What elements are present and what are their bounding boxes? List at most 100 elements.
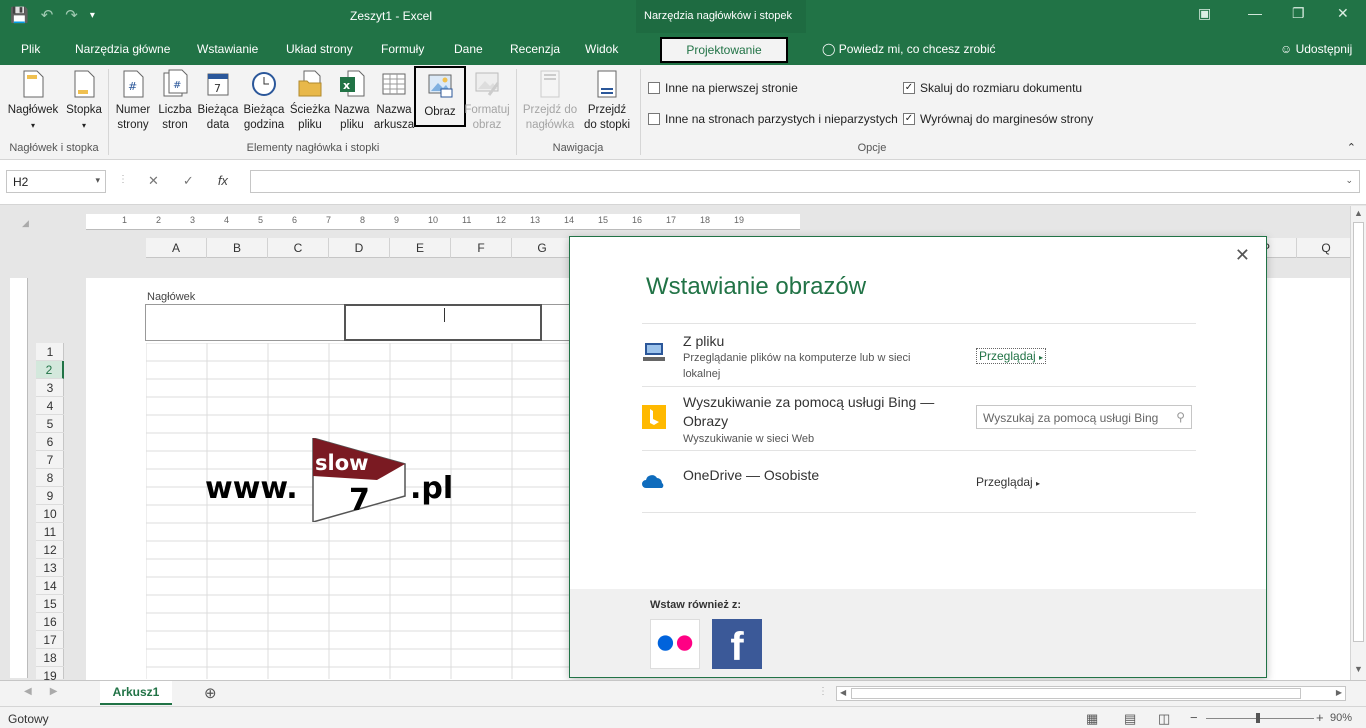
row-header[interactable]: 12 xyxy=(36,541,64,559)
share-button[interactable]: ☺ Udostępnij xyxy=(1280,42,1352,56)
tab-review[interactable]: Recenzja xyxy=(510,42,560,56)
page-break-view-icon[interactable]: ◫ xyxy=(1158,711,1170,727)
tab-home[interactable]: Narzędzia główne xyxy=(75,42,170,56)
column-header[interactable]: B xyxy=(207,238,268,258)
cancel-icon[interactable]: ✕ xyxy=(148,173,159,189)
current-date-button[interactable]: 7 Bieżąca data xyxy=(196,69,240,133)
option-different-first-page[interactable]: Inne na pierwszej stronie xyxy=(648,81,798,95)
checkbox-unchecked[interactable] xyxy=(648,113,660,125)
row-header[interactable]: 14 xyxy=(36,577,64,595)
page-number-button[interactable]: # Numer strony xyxy=(112,69,154,133)
column-header[interactable]: C xyxy=(268,238,329,258)
close-icon[interactable]: ✕ xyxy=(1235,245,1250,266)
ribbon-display-icon[interactable]: ▣ xyxy=(1198,5,1211,22)
column-header[interactable]: E xyxy=(390,238,451,258)
zoom-slider-thumb[interactable] xyxy=(1256,713,1260,723)
facebook-button[interactable]: f xyxy=(712,619,762,669)
format-picture-button[interactable]: Formatuj obraz xyxy=(464,69,510,133)
sheet-nav-arrows[interactable]: ◀▶ xyxy=(24,686,75,697)
search-icon[interactable]: ⚲ xyxy=(1176,410,1185,424)
file-name-button[interactable]: x Nazwa pliku xyxy=(332,69,372,133)
option-align-with-margins[interactable]: ✓ Wyrównaj do marginesów strony xyxy=(903,112,1093,126)
tab-formulas[interactable]: Formuły xyxy=(381,42,424,56)
page-count-button[interactable]: # Liczba stron xyxy=(155,69,195,133)
minimize-icon[interactable]: — xyxy=(1248,5,1262,21)
vertical-scrollbar[interactable]: ▲ ▼ xyxy=(1350,206,1366,680)
row-header[interactable]: 18 xyxy=(36,649,64,667)
row-header[interactable]: 13 xyxy=(36,559,64,577)
scroll-left-icon[interactable]: ◀ xyxy=(840,688,846,697)
tab-page-layout[interactable]: Układ strony xyxy=(286,42,353,56)
zoom-slider[interactable] xyxy=(1206,718,1314,719)
option-scale-with-document[interactable]: ✓ Skaluj do rozmiaru dokumentu xyxy=(903,81,1082,95)
row-header[interactable]: 4 xyxy=(36,397,64,415)
row-header[interactable]: 5 xyxy=(36,415,64,433)
collapse-ribbon-icon[interactable]: ⌃ xyxy=(1347,141,1356,154)
scroll-up-icon[interactable]: ▲ xyxy=(1354,208,1363,218)
checkbox-checked[interactable]: ✓ xyxy=(903,113,915,125)
row-header[interactable]: 8 xyxy=(36,469,64,487)
footer-button[interactable]: Stopka ▾ xyxy=(62,69,106,133)
tell-me-box[interactable]: ◯ Powiedz mi, co chcesz zrobić xyxy=(822,42,996,56)
column-header[interactable]: A xyxy=(146,238,207,258)
row-header[interactable]: 10 xyxy=(36,505,64,523)
column-header[interactable]: Q xyxy=(1296,238,1357,258)
row-header[interactable]: 9 xyxy=(36,487,64,505)
browse-onedrive-link[interactable]: Przeglądaj ▸ xyxy=(976,475,1040,489)
column-header[interactable]: F xyxy=(451,238,512,258)
header-button[interactable]: Nagłówek ▾ xyxy=(4,69,62,133)
add-sheet-icon[interactable]: ⊕ xyxy=(204,684,217,702)
option-different-odd-even[interactable]: Inne na stronach parzystych i nieparzyst… xyxy=(648,112,898,126)
scroll-thumb[interactable] xyxy=(851,688,1301,699)
zoom-in-icon[interactable]: + xyxy=(1316,710,1324,725)
close-window-icon[interactable]: ✕ xyxy=(1337,5,1349,22)
chevron-down-icon[interactable]: ⌄ xyxy=(1345,175,1353,186)
insert-function-icon[interactable]: fx xyxy=(218,173,228,189)
column-header[interactable]: G xyxy=(512,238,573,258)
current-time-button[interactable]: Bieżąca godzina xyxy=(240,69,288,133)
row-header[interactable]: 17 xyxy=(36,631,64,649)
undo-icon[interactable]: ↶ xyxy=(41,6,54,24)
name-box[interactable]: H2 ▾ xyxy=(6,170,106,193)
scroll-down-icon[interactable]: ▼ xyxy=(1354,664,1363,674)
scroll-right-icon[interactable]: ▶ xyxy=(1336,688,1342,697)
chevron-down-icon[interactable]: ▾ xyxy=(95,175,100,186)
checkbox-unchecked[interactable] xyxy=(648,82,660,94)
page-layout-view-icon[interactable]: ▤ xyxy=(1124,711,1136,727)
row-header[interactable]: 11 xyxy=(36,523,64,541)
redo-icon[interactable]: ↷ xyxy=(65,6,78,24)
sheet-tab-arkusz1[interactable]: Arkusz1 xyxy=(100,681,172,705)
restore-icon[interactable]: ❐ xyxy=(1292,5,1305,22)
bing-search-input[interactable]: Wyszukaj za pomocą usługi Bing ⚲ xyxy=(976,405,1192,429)
formula-input[interactable]: ⌄ xyxy=(250,170,1360,193)
row-header[interactable]: 1 xyxy=(36,343,64,361)
enter-icon[interactable]: ✓ xyxy=(183,173,194,189)
tab-view[interactable]: Widok xyxy=(585,42,618,56)
normal-view-icon[interactable]: ▦ xyxy=(1086,711,1098,727)
browse-file-link[interactable]: Przeglądaj ▸ xyxy=(976,348,1047,364)
picture-button[interactable]: Obraz xyxy=(414,66,466,127)
customize-qat-icon[interactable]: ▾ xyxy=(90,10,95,21)
zoom-level[interactable]: 90% xyxy=(1330,712,1352,724)
go-to-footer-button[interactable]: Przejdź do stopki xyxy=(580,69,634,133)
header-center-section[interactable] xyxy=(344,304,542,341)
horizontal-scrollbar[interactable]: ◀ ▶ xyxy=(836,686,1346,701)
file-path-button[interactable]: Ścieżka pliku xyxy=(289,69,331,133)
go-to-header-button[interactable]: Przejdź do nagłówka xyxy=(520,69,580,133)
tab-design[interactable]: Projektowanie xyxy=(660,37,788,63)
tab-plik[interactable]: Plik xyxy=(21,42,40,56)
zoom-out-icon[interactable]: − xyxy=(1190,710,1198,725)
column-header[interactable]: D xyxy=(329,238,390,258)
tab-data[interactable]: Dane xyxy=(454,42,483,56)
tab-insert[interactable]: Wstawianie xyxy=(197,42,258,56)
row-header[interactable]: 2 xyxy=(36,361,64,379)
row-header[interactable]: 6 xyxy=(36,433,64,451)
row-header[interactable]: 7 xyxy=(36,451,64,469)
row-header[interactable]: 3 xyxy=(36,379,64,397)
scroll-thumb[interactable] xyxy=(1353,222,1364,642)
row-header[interactable]: 16 xyxy=(36,613,64,631)
save-icon[interactable]: 💾 xyxy=(10,6,29,24)
row-header[interactable]: 15 xyxy=(36,595,64,613)
sheet-name-button[interactable]: Nazwa arkusza xyxy=(372,69,416,133)
flickr-button[interactable] xyxy=(650,619,700,669)
